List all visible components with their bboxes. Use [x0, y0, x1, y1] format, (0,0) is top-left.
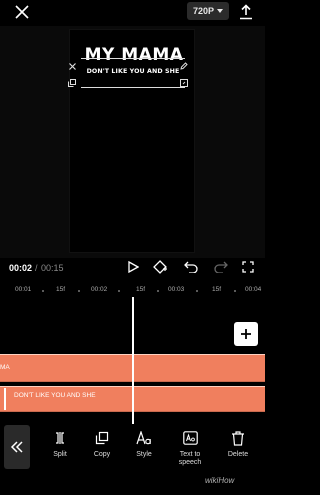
ruler-tick: 00:04 [245, 286, 262, 293]
keyframe-icon [152, 259, 167, 274]
split-icon [52, 430, 68, 446]
play-icon [128, 261, 139, 273]
redo-icon [214, 261, 228, 273]
scale-text-handle[interactable] [179, 78, 189, 88]
ruler-dot [118, 290, 120, 292]
collapse-toolbar-button[interactable] [4, 425, 30, 469]
copy-icon [68, 79, 76, 87]
delete-label: Delete [227, 451, 249, 458]
style-icon [136, 430, 152, 446]
delete-icon [230, 430, 246, 446]
export-button[interactable] [234, 1, 258, 23]
current-time: 00:02 [9, 263, 33, 273]
text-clip-title-label: MA [0, 364, 10, 371]
ruler-dot [78, 290, 80, 292]
copy-text-handle[interactable] [67, 78, 77, 88]
ruler-tick: 00:01 [15, 286, 32, 293]
ruler-tick: 00:03 [168, 286, 185, 293]
timeline-ruler[interactable] [0, 283, 265, 297]
total-time: 00:15 [41, 263, 64, 273]
close-icon [68, 62, 76, 70]
redo-button[interactable] [212, 258, 230, 276]
copy-button[interactable]: Copy [82, 430, 122, 459]
resize-icon [180, 79, 188, 87]
fullscreen-button[interactable] [239, 258, 257, 276]
clip-trim-handle[interactable] [4, 388, 6, 410]
resolution-label: 720P [192, 6, 215, 16]
style-button[interactable]: Style [124, 430, 164, 459]
delete-text-handle[interactable] [67, 61, 77, 71]
style-label: Style [136, 451, 152, 458]
add-track-button[interactable] [234, 322, 258, 346]
text-to-speech-button[interactable]: Text to speech [170, 430, 210, 467]
ruler-tick: 15f [136, 286, 146, 293]
double-chevron-left-icon [10, 441, 23, 453]
close-icon [15, 5, 29, 19]
keyframe-button[interactable] [151, 258, 169, 276]
ruler-dot [157, 290, 159, 292]
pencil-icon [180, 62, 188, 70]
text-to-speech-icon [182, 430, 198, 446]
play-button[interactable] [124, 258, 142, 276]
close-button[interactable] [8, 0, 36, 24]
delete-button[interactable]: Delete [218, 430, 258, 459]
split-label: Split [53, 451, 67, 458]
watermark: wikiHow [205, 476, 235, 485]
plus-icon [241, 329, 251, 339]
ruler-dot [42, 290, 44, 292]
preview-subtitle-text[interactable]: DON'T LIKE YOU AND SHE [78, 68, 188, 75]
upload-icon [240, 4, 252, 20]
text-clip-subtitle-label: DON'T LIKE YOU AND SHE [14, 392, 96, 399]
split-button[interactable]: Split [40, 430, 80, 459]
resolution-dropdown[interactable]: 720P [187, 2, 229, 20]
ruler-tick: 15f [212, 286, 222, 293]
fullscreen-icon [242, 261, 254, 273]
edit-text-handle[interactable] [179, 61, 189, 71]
copy-label: Copy [93, 451, 111, 458]
undo-icon [184, 261, 198, 273]
text-to-speech-label: Text to speech [178, 451, 202, 466]
ruler-dot [234, 290, 236, 292]
time-separator: / [35, 263, 38, 273]
ruler-tick: 15f [56, 286, 66, 293]
ruler-tick: 00:02 [91, 286, 108, 293]
copy-icon [94, 430, 110, 446]
chevron-down-icon [217, 9, 224, 13]
undo-button[interactable] [182, 258, 200, 276]
ruler-dot [196, 290, 198, 292]
